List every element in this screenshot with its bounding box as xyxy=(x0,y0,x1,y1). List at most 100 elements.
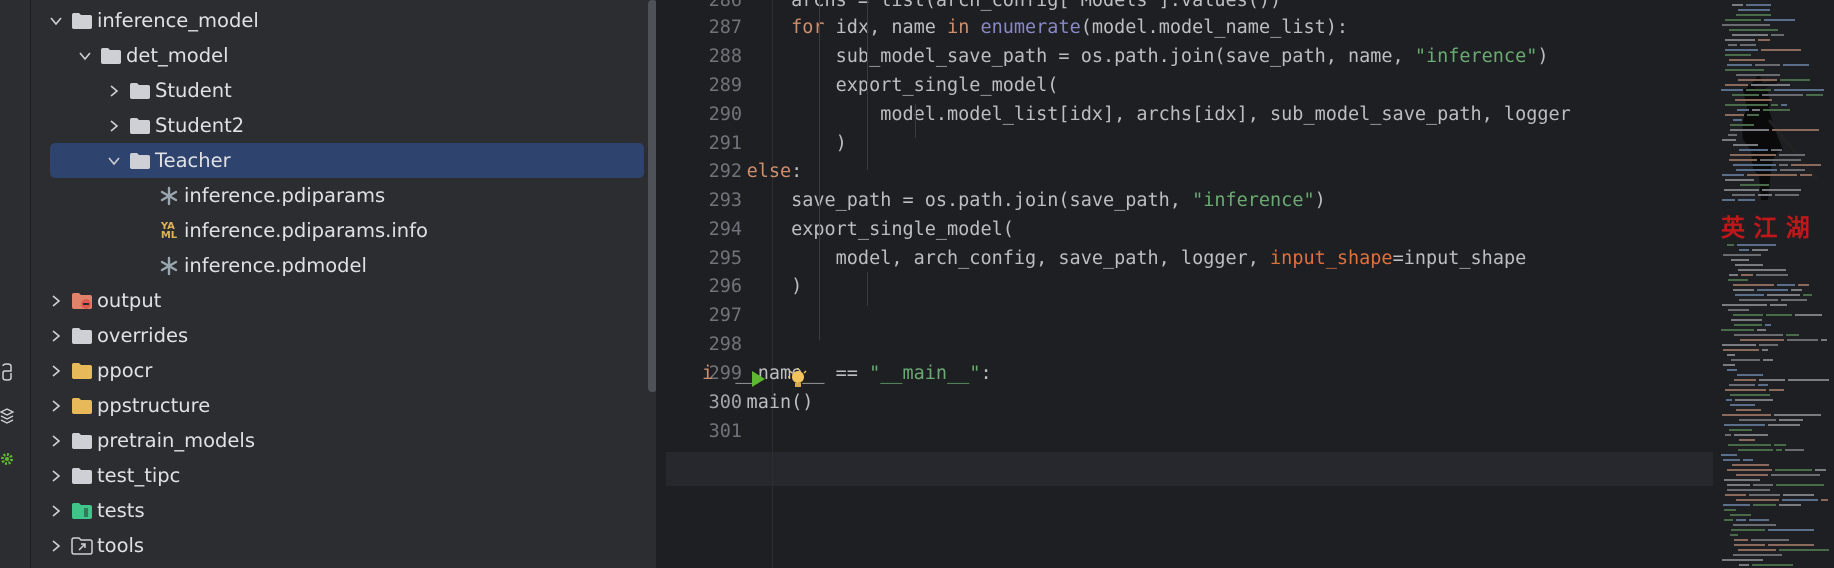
minimap-line xyxy=(1723,364,1735,366)
minimap-line xyxy=(1758,384,1768,386)
minimap-line xyxy=(1733,314,1763,316)
tree-row-ppstructure[interactable]: ppstructure xyxy=(31,388,656,423)
code-line[interactable] xyxy=(702,415,1802,449)
minimap-line xyxy=(1725,49,1758,51)
tree-row-tools[interactable]: tools xyxy=(31,528,656,563)
tree-row-pretrain-models[interactable]: pretrain_models xyxy=(31,423,656,458)
chevron-right-icon[interactable] xyxy=(48,328,64,344)
chevron-right-icon[interactable] xyxy=(48,503,64,519)
minimap-line xyxy=(1722,559,1763,561)
tree-row-test-tipc[interactable]: test_tipc xyxy=(31,458,656,493)
minimap-line xyxy=(1753,504,1776,506)
minimap-line xyxy=(1756,274,1788,276)
python-console-icon[interactable] xyxy=(0,363,14,381)
tree-row-inference-pdmodel[interactable]: inference.pdmodel xyxy=(31,248,656,283)
minimap-line xyxy=(1798,284,1809,286)
chevron-right-icon[interactable] xyxy=(48,468,64,484)
code-token: archs = list(arch_config["Models"].value… xyxy=(702,0,1282,11)
code-token: ) xyxy=(1537,46,1549,67)
minimap-line xyxy=(1733,554,1782,556)
tree-row-label: inference.pdmodel xyxy=(184,254,367,277)
minimap-line xyxy=(1791,289,1802,291)
tree-row-teacher[interactable]: Teacher xyxy=(50,143,644,178)
minimap-line xyxy=(1727,469,1772,471)
minimap-line xyxy=(1733,119,1742,121)
minimap-line xyxy=(1730,124,1754,126)
minimap-line xyxy=(1724,424,1765,426)
chevron-right-icon[interactable] xyxy=(48,398,64,414)
minimap-line xyxy=(1727,369,1737,371)
indent-guide xyxy=(819,204,820,340)
chevron-right-icon[interactable] xyxy=(48,293,64,309)
tree-row-output[interactable]: output xyxy=(31,283,656,318)
tree-row-inference-pdiparams-info[interactable]: YA ML inference.pdiparams.info xyxy=(31,213,656,248)
minimap-line xyxy=(1732,4,1743,6)
indent-guide xyxy=(867,0,868,35)
tree-row-student[interactable]: Student xyxy=(31,73,656,108)
tree-row-inference-pdiparams[interactable]: inference.pdiparams xyxy=(31,178,656,213)
chevron-down-icon[interactable] xyxy=(106,153,122,169)
current-line-highlight xyxy=(666,452,1834,486)
chevron-down-icon[interactable] xyxy=(77,48,93,64)
chevron-right-icon[interactable] xyxy=(106,83,122,99)
minimap-line xyxy=(1730,129,1769,131)
minimap-line xyxy=(1729,274,1738,276)
tree-row-inference-model[interactable]: inference_model xyxy=(31,3,656,38)
minimap-line xyxy=(1786,334,1799,336)
minimap-line xyxy=(1770,304,1787,306)
minimap-line xyxy=(1725,494,1746,496)
minimap-line xyxy=(1771,104,1778,106)
excluded-folder-icon xyxy=(71,291,93,311)
tree-row-tests[interactable]: tests xyxy=(31,493,656,528)
settings-gear-icon[interactable] xyxy=(0,450,14,468)
minimap-line xyxy=(1733,144,1758,146)
minimap-line xyxy=(1738,79,1777,81)
chevron-right-icon[interactable] xyxy=(48,538,64,554)
folder-icon xyxy=(129,151,151,171)
tree-row-label: pretrain_models xyxy=(97,429,255,452)
minimap-line xyxy=(1730,404,1755,406)
code-token: enumerate xyxy=(980,17,1081,38)
chevron-right-icon[interactable] xyxy=(106,118,122,134)
minimap-line xyxy=(1723,349,1759,351)
minimap-line xyxy=(1746,4,1771,6)
minimap-line xyxy=(1779,419,1803,421)
code-token: export_single_model( xyxy=(702,219,1014,240)
package-folder-icon xyxy=(71,361,93,381)
panel-splitter[interactable] xyxy=(656,0,666,568)
minimap-line xyxy=(1722,174,1744,176)
minimap-line xyxy=(1753,484,1773,486)
code-minimap[interactable]: 英 江 湖 xyxy=(1713,0,1834,568)
tree-row-ppocr[interactable]: ppocr xyxy=(31,353,656,388)
minimap-line xyxy=(1743,459,1753,461)
run-gutter-icon[interactable] xyxy=(750,370,766,388)
chevron-down-icon[interactable] xyxy=(48,13,64,29)
minimap-line xyxy=(1755,64,1780,66)
chevron-right-icon[interactable] xyxy=(48,363,64,379)
tree-row-label: ppocr xyxy=(97,359,153,382)
minimap-line xyxy=(1769,389,1784,391)
tree-row-label: ppstructure xyxy=(97,394,211,417)
minimap-line xyxy=(1729,384,1755,386)
tree-row-det-model[interactable]: det_model xyxy=(31,38,656,73)
tree-row-label: overrides xyxy=(97,324,189,347)
chevron-right-icon[interactable] xyxy=(48,433,64,449)
minimap-line xyxy=(1734,539,1748,541)
minimap-line xyxy=(1722,199,1735,201)
minimap-line xyxy=(1734,434,1768,436)
minimap-line xyxy=(1731,259,1749,261)
tree-row-student2[interactable]: Student2 xyxy=(31,108,656,143)
layers-icon[interactable] xyxy=(0,406,14,424)
code-editor[interactable]: 286 287 288 289 290 291 292 293 294 295 296 297 298 2… xyxy=(666,0,1834,568)
lightbulb-icon[interactable] xyxy=(787,368,807,390)
minimap-line xyxy=(1762,94,1803,96)
minimap-line xyxy=(1782,499,1818,501)
minimap-line xyxy=(1787,339,1818,341)
minimap-line xyxy=(1730,514,1751,516)
minimap-line xyxy=(1722,344,1756,346)
minimap-line xyxy=(1736,14,1771,16)
tree-row-overrides[interactable]: overrides xyxy=(31,318,656,353)
minimap-line xyxy=(1775,469,1812,471)
minimap-line xyxy=(1740,339,1784,341)
